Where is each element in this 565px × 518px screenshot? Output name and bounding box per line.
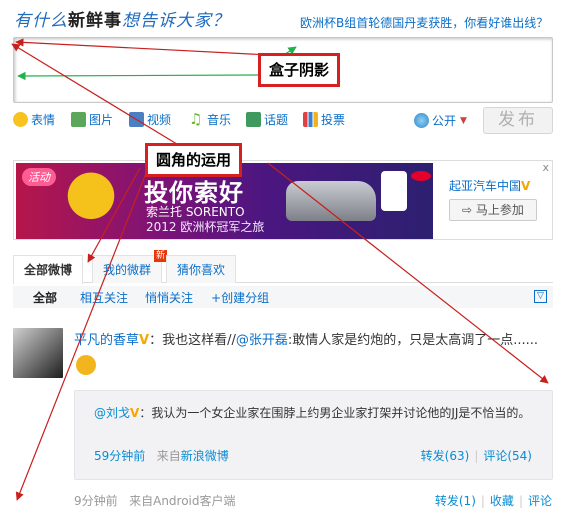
ad-badge: 活动 (22, 168, 56, 186)
create-group-link[interactable]: +创建分组 (211, 289, 269, 306)
post-body: 平凡的香草V：我也这样看//@张开磊:敢情人家是约炮的，只是太高调了一点....… (74, 329, 544, 377)
repost-source[interactable]: 新浪微博 (181, 449, 229, 463)
vote-button[interactable]: 投票 (303, 111, 345, 128)
callout-rounded-corners: 圆角的运用 (145, 143, 243, 177)
filter-bar: 全部 相互关注 悄悄关注 +创建分组 ▽ (13, 286, 553, 308)
filter-secret[interactable]: 悄悄关注 (145, 289, 193, 306)
repost-box: @刘戈V：我认为一个女企业家在围脖上约男企业家打架并讨论他的JJ是不恰当的。 5… (74, 390, 553, 480)
title-emphasis: 新鲜事 (68, 11, 122, 31)
ad-brand-link[interactable]: 起亚汽车中国V (449, 177, 530, 194)
filter-all[interactable]: 全部 (33, 289, 57, 306)
callout-box-shadow: 盒子阴影 (258, 53, 341, 87)
join-button[interactable]: ⇨ 马上参加 (449, 199, 537, 221)
arrow-icon: ⇨ (462, 203, 476, 217)
octopus-mascot-icon (56, 171, 126, 233)
repost-forward-link[interactable]: 转发(63) (421, 449, 470, 463)
feed-tabs: 全部微博 我的微群新 猜你喜欢 (13, 250, 553, 284)
comment-link[interactable]: 评论 (528, 494, 552, 508)
chevron-down-icon: ▼ (460, 115, 467, 126)
globe-icon (414, 113, 429, 128)
close-icon[interactable]: x (542, 161, 549, 174)
avatar[interactable] (13, 328, 63, 378)
video-button[interactable]: 视频 (129, 111, 171, 128)
chevron-down-icon[interactable]: ▽ (534, 290, 547, 303)
post-meta: 9分钟前 来自Android客户端 (74, 494, 236, 508)
plus-icon: + (211, 291, 222, 305)
mention-link[interactable]: @张开磊 (236, 333, 288, 348)
video-icon (129, 112, 144, 127)
forward-link[interactable]: 转发(1) (435, 494, 476, 508)
repost-author[interactable]: @刘戈 (94, 406, 130, 420)
page-title: 有什么新鲜事想告诉大家？ (14, 6, 230, 31)
verified-icon: V (521, 179, 531, 193)
title-suffix: 想告诉大家？ (122, 11, 230, 31)
ad-banner: 活动 投你索好 索兰托 SORENTO 2012 欧洲杯冠军之旅 x 起亚汽车中… (13, 160, 553, 240)
vote-icon (303, 112, 318, 127)
verified-icon: V (130, 406, 140, 420)
post-source[interactable]: Android客户端 (153, 494, 235, 508)
image-button[interactable]: 图片 (71, 111, 113, 128)
ad-subtitle-2: 2012 欧洲杯冠军之旅 (146, 220, 265, 234)
post-author[interactable]: 平凡的香草 (74, 333, 139, 348)
emoji-button[interactable]: 表情 (13, 111, 55, 128)
repost-comment-link[interactable]: 评论(54) (483, 449, 532, 463)
post-time[interactable]: 9分钟前 (74, 494, 118, 508)
tab-guess-you-like[interactable]: 猜你喜欢 (166, 255, 237, 283)
music-icon: ♫ (189, 110, 203, 128)
topic-icon (246, 112, 261, 127)
emoji-icon (76, 354, 96, 375)
euro-logo-icon (381, 171, 407, 211)
tab-my-groups[interactable]: 我的微群新 (92, 250, 168, 283)
emoji-icon (13, 112, 28, 127)
visibility-dropdown[interactable]: 公开 ▼ (414, 112, 467, 129)
repost-body: @刘戈V：我认为一个女企业家在围脖上约男企业家打架并讨论他的JJ是不恰当的。 (94, 406, 531, 420)
title-prefix: 有什么 (14, 11, 68, 31)
post-actions: 转发(1) | 收藏 | 评论 (434, 494, 552, 508)
image-icon (71, 112, 86, 127)
topic-button[interactable]: 话题 (246, 111, 288, 128)
filter-mutual[interactable]: 相互关注 (80, 289, 128, 306)
publish-button[interactable]: 发布 (483, 107, 553, 134)
music-button[interactable]: ♫ 音乐 (189, 111, 231, 128)
favorite-link[interactable]: 收藏 (490, 494, 514, 508)
repost-time[interactable]: 59分钟前 (94, 449, 145, 463)
verified-icon: V (139, 333, 150, 348)
tab-all-weibo[interactable]: 全部微博 (13, 255, 84, 284)
kia-logo-icon (411, 171, 431, 181)
car-image (286, 181, 376, 221)
hot-topic-link[interactable]: 欧洲杯B组首轮德国丹麦获胜，你看好谁出线？ (300, 14, 548, 31)
repost-meta: 59分钟前 来自新浪微博 (94, 449, 229, 463)
repost-actions: 转发(63) | 评论(54) (420, 449, 532, 463)
